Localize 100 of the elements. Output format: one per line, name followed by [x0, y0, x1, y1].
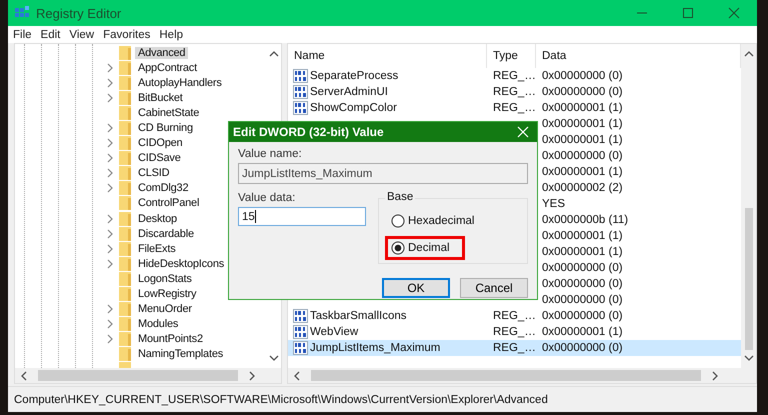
chevron-right-icon[interactable] — [106, 183, 114, 194]
tree-item[interactable]: LowRegistry — [135, 288, 200, 300]
tree-item[interactable]: LogonStats — [135, 272, 195, 285]
horizontal-scrollbar[interactable] — [15, 368, 281, 383]
value-row[interactable]: WebView REG_… 0x00000001 (1) — [288, 324, 741, 340]
chevron-right-icon[interactable] — [106, 334, 114, 344]
chevron-right-icon[interactable] — [106, 214, 114, 224]
value-row[interactable]: TaskbarSmallIcons REG_… 0x00000000 (0) — [288, 308, 741, 324]
radio-option[interactable]: Decimal — [385, 236, 465, 260]
radio-button-icon[interactable] — [391, 214, 405, 228]
chevron-right-icon[interactable] — [106, 244, 114, 254]
folder-icon — [119, 196, 131, 210]
binary-value-icon — [293, 341, 308, 355]
chevron-up-icon[interactable] — [268, 50, 278, 58]
chevron-right-icon[interactable] — [106, 62, 114, 73]
chevron-left-icon[interactable] — [293, 370, 301, 380]
menu-item[interactable]: View — [67, 28, 102, 40]
value-name: WebView — [310, 326, 358, 338]
tree-item[interactable]: CIDOpen — [135, 137, 186, 150]
tree-item[interactable]: NamingTemplates — [135, 348, 226, 360]
value-data: 0x00000000 (0) — [542, 70, 623, 82]
scrollbar-thumb[interactable] — [744, 208, 752, 350]
chevron-right-icon[interactable] — [106, 153, 114, 164]
binary-value-icon — [293, 69, 308, 83]
value-data: 0x00000001 (1) — [542, 102, 623, 114]
folder-icon — [119, 46, 131, 60]
menu-item[interactable]: Edit — [38, 28, 68, 40]
chevron-right-icon[interactable] — [106, 168, 114, 178]
value-row[interactable]: ShowCompColor REG_… 0x00000001 (1) — [288, 100, 741, 116]
tree-item[interactable]: HideDesktopIcons — [135, 258, 228, 270]
tree-item[interactable]: CLSID — [135, 167, 172, 180]
folder-icon — [119, 181, 131, 196]
chevron-right-icon[interactable] — [106, 258, 114, 269]
tree-item[interactable]: ComDlg32 — [135, 182, 192, 194]
chevron-right-icon[interactable] — [106, 319, 114, 330]
chevron-right-icon[interactable] — [106, 228, 114, 239]
dialog-button[interactable]: OK — [382, 278, 450, 298]
tree-item[interactable]: CIDSave — [135, 152, 184, 164]
scrollbar-thumb[interactable] — [311, 370, 701, 381]
value-row[interactable]: SeparateProcess REG_… 0x00000000 (0) — [288, 68, 741, 84]
tree-item[interactable]: ControlPanel — [135, 197, 202, 210]
menu-item[interactable]: Favorites — [101, 28, 158, 40]
tree-item[interactable]: AutoplayHandlers — [135, 76, 225, 89]
chevron-right-icon[interactable] — [106, 78, 114, 88]
binary-value-icon — [293, 309, 308, 323]
chevron-down-icon[interactable] — [268, 354, 278, 362]
binary-value-icon — [293, 325, 308, 339]
tree-item[interactable]: MenuOrder — [135, 303, 195, 316]
value-type: REG_… — [493, 70, 536, 82]
vertical-scrollbar[interactable] — [741, 44, 756, 368]
group-label: Base — [385, 191, 416, 203]
tree-item[interactable]: MountPoints2 — [135, 333, 206, 346]
value-name: ServerAdminUI — [310, 86, 388, 98]
value-row[interactable]: JumpListItems_Maximum REG_… 0x00000000 (0) — [288, 340, 741, 356]
tree-item[interactable]: CabinetState — [135, 106, 202, 119]
tree-item[interactable]: BitBucket — [135, 92, 186, 104]
chevron-right-icon[interactable] — [106, 123, 114, 134]
value-row[interactable]: ServerAdminUI REG_… 0x00000000 (0) — [288, 84, 741, 100]
tree-item[interactable]: Desktop — [135, 212, 180, 225]
horizontal-scrollbar[interactable] — [288, 368, 756, 383]
value-data-field[interactable]: 15 — [238, 207, 366, 226]
field-label: Value name: — [238, 148, 303, 160]
chevron-left-icon[interactable] — [20, 370, 28, 380]
radio-option[interactable]: Hexadecimal — [385, 209, 480, 233]
scrollbar-thumb[interactable] — [38, 370, 238, 381]
chevron-right-icon[interactable] — [106, 92, 114, 103]
tree-item[interactable]: Discardable — [135, 228, 197, 240]
folder-icon — [119, 151, 131, 166]
tree-item[interactable]: AppContract — [135, 62, 200, 74]
chevron-down-icon[interactable] — [744, 354, 754, 362]
value-data: 0x00000000 (0) — [542, 294, 623, 306]
tree-item[interactable]: CD Burning — [135, 122, 196, 134]
value-name: SeparateProcess — [310, 70, 398, 82]
chevron-right-icon[interactable] — [106, 138, 114, 148]
dialog-title: Edit DWORD (32-bit) Value — [233, 125, 384, 139]
column-header[interactable]: Type — [487, 44, 536, 68]
chevron-right-icon[interactable] — [711, 370, 719, 380]
tree-item[interactable]: FileExts — [135, 242, 179, 255]
menu-item[interactable]: File — [11, 28, 39, 40]
radio-button-icon[interactable] — [391, 241, 405, 255]
value-name-field[interactable]: JumpListItems_Maximum — [238, 163, 528, 184]
value-data: 0x00000000 (0) — [542, 342, 623, 354]
folder-icon — [119, 272, 131, 286]
value-name: JumpListItems_Maximum — [310, 342, 440, 354]
chevron-up-icon[interactable] — [744, 50, 754, 58]
chevron-right-icon[interactable] — [248, 370, 256, 380]
tree-item[interactable]: Modules — [135, 318, 182, 330]
menu-item[interactable]: Help — [157, 28, 190, 40]
column-header[interactable]: Name — [288, 44, 487, 68]
folder-icon — [119, 256, 131, 271]
tree-item[interactable]: Advanced — [135, 46, 188, 59]
value-type: REG_… — [493, 310, 536, 322]
chevron-right-icon[interactable] — [106, 304, 114, 314]
folder-icon — [119, 166, 131, 180]
folder-icon — [119, 317, 131, 332]
dialog-button[interactable]: Cancel — [460, 278, 528, 298]
value-type: REG_… — [493, 86, 536, 98]
value-name: TaskbarSmallIcons — [310, 310, 407, 322]
close-icon[interactable] — [517, 126, 529, 138]
value-data: 0x00000000 (0) — [542, 86, 623, 98]
